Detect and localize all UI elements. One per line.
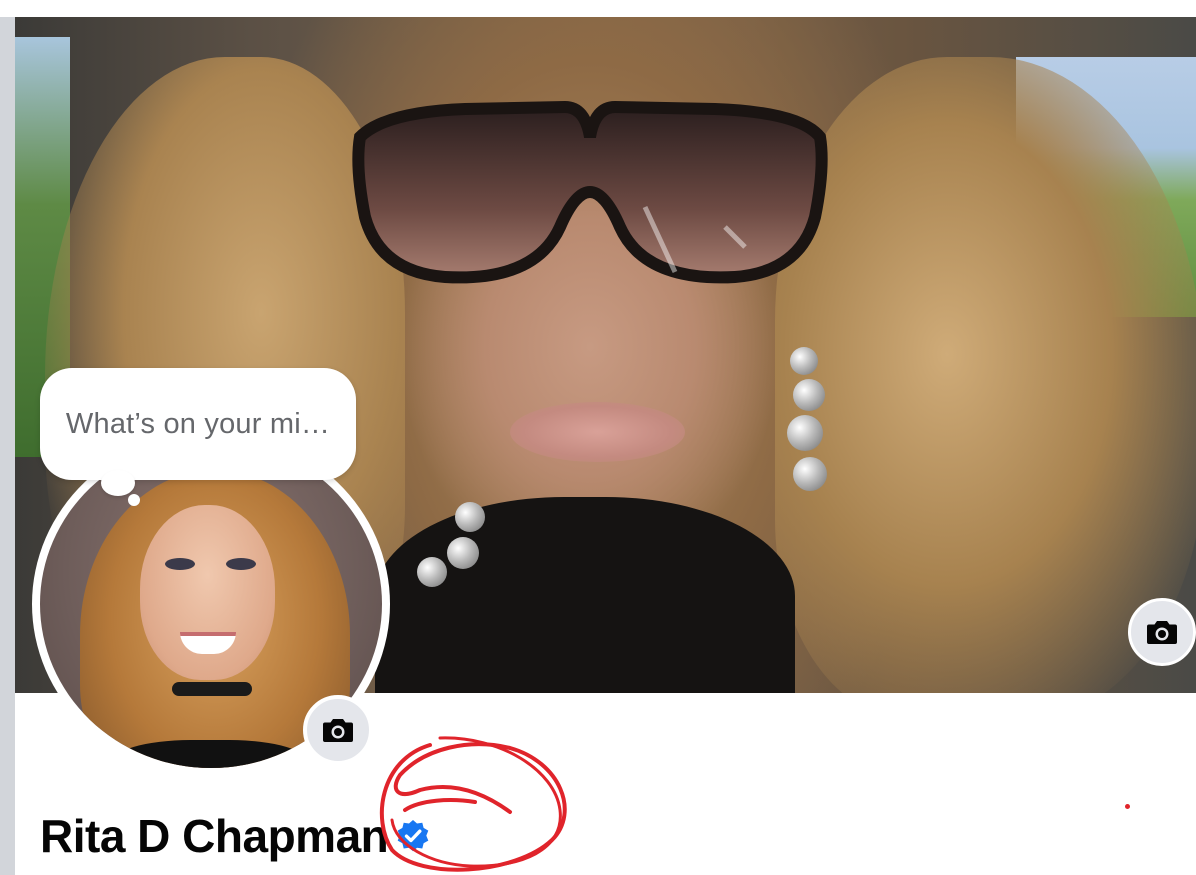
camera-icon <box>1147 621 1177 644</box>
cover-earring-bead <box>790 347 818 375</box>
status-thought-bubble[interactable]: What’s on your mi… <box>40 368 356 480</box>
avatar-eye <box>165 558 195 570</box>
verified-badge-icon <box>397 820 429 852</box>
top-bar <box>0 0 1196 17</box>
cover-earring-bead <box>447 537 479 569</box>
cover-earring-bead <box>417 557 447 587</box>
thought-bubble-tail-large <box>101 470 135 496</box>
edit-cover-photo-button[interactable] <box>1128 598 1196 666</box>
cover-hair-right <box>775 57 1196 693</box>
cover-earring-bead <box>793 379 825 411</box>
status-placeholder: What’s on your mi… <box>65 407 331 440</box>
red-annotation-dot <box>1125 804 1130 809</box>
cover-sunglasses <box>352 100 828 284</box>
cover-earring-bead <box>793 457 827 491</box>
edit-profile-picture-button[interactable] <box>303 695 373 765</box>
camera-icon <box>323 719 353 742</box>
cover-shirt <box>375 497 795 693</box>
avatar-eye <box>226 558 256 570</box>
profile-name-row: Rita D Chapman <box>40 805 430 867</box>
thought-bubble-tail-small <box>128 494 140 506</box>
cover-earring-bead <box>787 415 823 451</box>
left-rail <box>0 17 15 875</box>
profile-name: Rita D Chapman <box>40 810 389 862</box>
cover-earring-bead <box>455 502 485 532</box>
avatar-choker <box>172 682 252 696</box>
cover-lips <box>510 402 685 462</box>
